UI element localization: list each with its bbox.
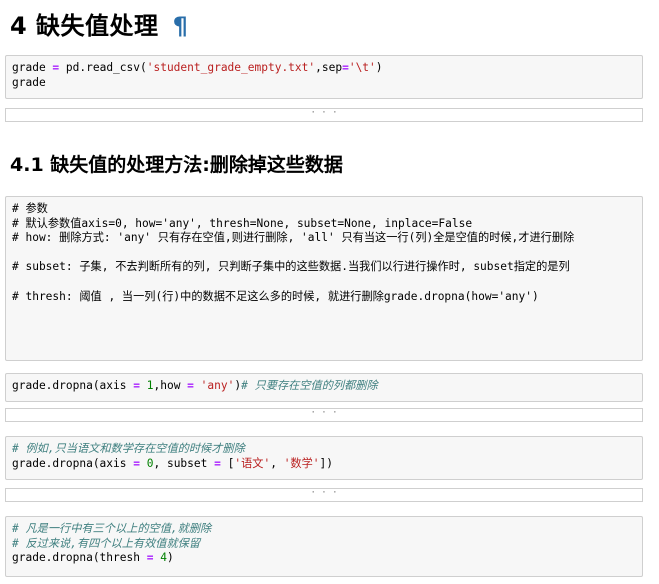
code-text: grade.dropna(axis (12, 379, 134, 392)
code-text: ]) (319, 456, 334, 470)
code-string: 'student_grade_empty.txt' (146, 61, 316, 74)
code-cell-dropna-subset[interactable]: # 例如,只当语文和数学存在空值的时候才删除 grade.dropna(axis… (5, 436, 643, 480)
section-heading-4-1: 4.1 缺失值的处理方法:删除掉这些数据 (10, 154, 343, 176)
collapsed-output-1[interactable]: · · · (5, 108, 643, 122)
code-operator: = (214, 456, 221, 470)
code-text: , subset (153, 456, 215, 470)
code-number: 1 (140, 379, 154, 392)
code-comment: # 凡是一行中有三个以上的空值,就删除 (12, 522, 212, 535)
code-string: '数学' (283, 456, 320, 470)
code-text: , (270, 456, 284, 470)
code-cell-read-csv[interactable]: grade = pd.read_csv('student_grade_empty… (5, 55, 643, 99)
code-string: '\t' (348, 61, 376, 74)
code-cell-dropna-thresh[interactable]: # 凡是一行中有三个以上的空值,就删除 # 反过来说,有四个以上有效值就保留 g… (5, 516, 643, 577)
code-operator: = (187, 379, 194, 392)
code-operator: = (133, 456, 140, 470)
code-text: ,sep (315, 61, 343, 74)
code-text: [ (220, 456, 235, 470)
collapsed-output-2[interactable]: · · · (5, 408, 643, 422)
collapsed-output-3[interactable]: · · · (5, 488, 643, 502)
code-text: grade (12, 75, 46, 89)
code-number: 4 (153, 551, 167, 565)
code-string: '语文' (234, 456, 271, 470)
heading-text: 4 缺失值处理 (10, 12, 159, 40)
code-operator: = (133, 379, 140, 392)
code-comment: # 只要存在空值的列都删除 (241, 379, 378, 392)
code-text: ) (166, 551, 174, 565)
code-comment: # 例如,只当语文和数学存在空值的时候才删除 (12, 442, 245, 455)
code-text: grade.dropna(axis (12, 456, 134, 470)
code-number: 0 (140, 456, 154, 470)
code-text: ,how (153, 379, 188, 392)
code-text: grade.dropna(thresh (12, 551, 147, 565)
code-string: 'any' (193, 379, 235, 392)
code-operator: = (342, 61, 349, 74)
code-comment: # 反过来说,有四个以上有效值就保留 (12, 536, 201, 550)
code-comment-block: # 参数 # 默认参数值axis=0, how='any', thresh=No… (12, 202, 575, 303)
section-heading-4: 4 缺失值处理 ¶ (10, 6, 188, 41)
code-cell-comments[interactable]: # 参数 # 默认参数值axis=0, how='any', thresh=No… (5, 196, 643, 361)
code-cell-dropna-axis1[interactable]: grade.dropna(axis = 1,how = 'any')# 只要存在… (5, 373, 643, 402)
code-text: pd.read_csv( (59, 61, 147, 74)
code-text: grade (12, 61, 53, 74)
anchor-link-icon[interactable]: ¶ (173, 12, 189, 40)
code-text: ) (375, 61, 383, 74)
